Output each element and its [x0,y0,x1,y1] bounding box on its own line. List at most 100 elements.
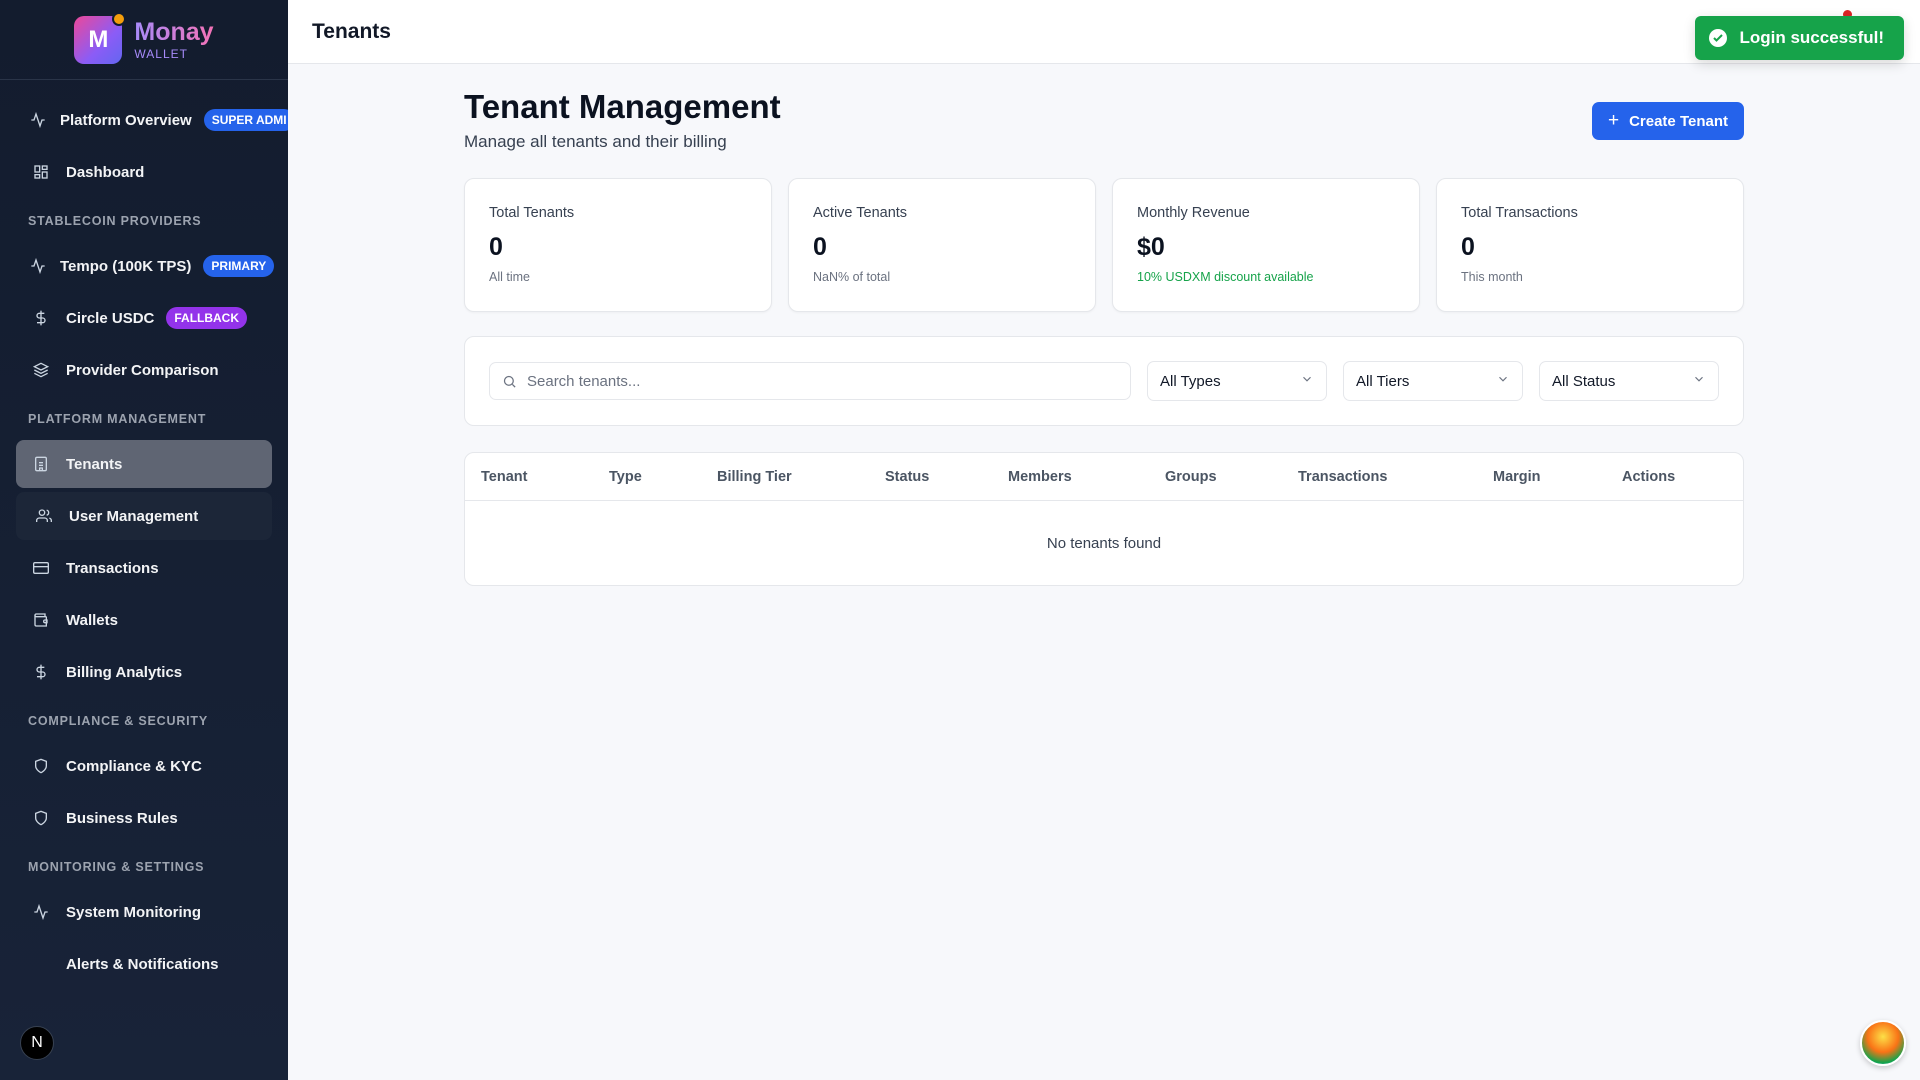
stat-label: Active Tenants [813,205,908,221]
brand-logo: M [74,11,127,64]
plus-icon: + [1607,110,1620,131]
nextjs-logo-letter: N [31,1034,43,1051]
page-title: Tenant Management [464,88,781,125]
users-icon [33,505,55,527]
column-header[interactable]: Margin [1477,469,1606,485]
brand-subtitle: WALLET [134,46,188,61]
column-header[interactable]: Transactions [1282,469,1477,485]
sidebar-item-label: Wallets [66,611,118,629]
stat-note: All time [489,270,530,284]
chevron-down-icon [1496,372,1510,390]
main-content: Tenant Management Manage all tenants and… [464,64,1744,586]
sidebar-item-label: Compliance & KYC [66,757,202,775]
sidebar-item-transactions[interactable]: Transactions [16,544,272,592]
building-icon [30,453,52,475]
topbar-title: Tenants [312,19,391,43]
filter-bar: Search tenants... All Types All Tiers Al… [464,336,1744,426]
status-select[interactable]: All Status [1539,361,1719,401]
brand[interactable]: M Monay WALLET [0,0,288,80]
stats-row: Total Tenants 0 All time Active Tenants … [464,178,1744,312]
create-tenant-button[interactable]: + Create Tenant [1591,102,1744,140]
grid-icon [30,161,52,183]
stat-value: $0 [1137,233,1165,261]
search-input[interactable]: Search tenants... [489,362,1131,400]
brand-logo-letter: M [88,25,109,53]
sidebar-item-billing-analytics[interactable]: Billing Analytics [16,648,272,696]
stat-value: 0 [489,233,503,261]
stat-note: NaN% of total [813,270,891,284]
sidebar: M Monay WALLET Platform Overview SUPER A… [0,0,288,1080]
stat-card-total-tenants: Total Tenants 0 All time [464,178,772,312]
shield-icon [30,755,52,777]
nextjs-dev-button[interactable]: N [20,1026,54,1060]
sidebar-item-label: Circle USDC [66,309,155,327]
sidebar-item-business-rules[interactable]: Business Rules [16,794,272,842]
sidebar-item-user-management[interactable]: User Management [16,492,272,540]
sidebar-item-platform-overview[interactable]: Platform Overview SUPER ADMI [16,96,288,144]
sidebar-item-label: Transactions [66,559,159,577]
stat-card-total-transactions: Total Transactions 0 This month [1436,178,1744,312]
logo-status-dot [112,11,127,26]
column-header[interactable]: Tenant [465,469,593,485]
column-header[interactable]: Members [992,469,1149,485]
sidebar-item-label: Provider Comparison [66,361,219,379]
sidebar-item-tempo[interactable]: Tempo (100K TPS) PRIMARY [16,242,275,290]
column-header[interactable]: Actions [1606,469,1726,485]
shield-icon [30,807,52,829]
activity-icon [30,255,46,277]
tier-select[interactable]: All Tiers [1343,361,1523,401]
type-select-value: All Types [1160,372,1221,390]
stat-value: 0 [813,233,827,261]
sidebar-item-alerts-notifications[interactable]: Alerts & Notifications [16,940,272,988]
activity-icon [30,109,46,131]
fallback-badge: FALLBACK [166,307,248,329]
section-title-stablecoin: STABLECOIN PROVIDERS [28,214,202,228]
activity-icon [30,901,52,923]
bell-icon [30,953,52,975]
dollar-icon [30,661,52,683]
sidebar-item-compliance-kyc[interactable]: Compliance & KYC [16,742,272,790]
chevron-down-icon [1300,372,1314,390]
column-header[interactable]: Status [869,469,992,485]
column-header[interactable]: Billing Tier [701,469,869,485]
type-select[interactable]: All Types [1147,361,1327,401]
stat-note: This month [1461,270,1523,284]
sidebar-nav: Platform Overview SUPER ADMI Dashboard S… [0,80,288,988]
sidebar-item-dashboard[interactable]: Dashboard [16,148,272,196]
stat-label: Total Tenants [489,205,575,221]
sidebar-item-label: Platform Overview [60,111,192,129]
stat-note: 10% USDXM discount available [1137,270,1314,284]
sidebar-item-label: Business Rules [66,809,178,827]
column-header[interactable]: Type [593,469,701,485]
sidebar-item-label: Billing Analytics [66,663,183,681]
chevron-down-icon [1692,372,1706,390]
search-placeholder: Search tenants... [527,372,641,390]
sidebar-item-label: Tenants [66,455,123,473]
primary-badge: PRIMARY [203,255,275,277]
sidebar-item-tenants[interactable]: Tenants [16,440,272,488]
sidebar-item-wallets[interactable]: Wallets [16,596,272,644]
dollar-icon [30,307,52,329]
sidebar-item-circle-usdc[interactable]: Circle USDC FALLBACK [16,294,272,342]
wallet-icon [30,609,52,631]
sidebar-item-label: User Management [69,507,199,525]
card-icon [30,557,52,579]
sidebar-item-provider-comparison[interactable]: Provider Comparison [16,346,272,394]
sidebar-item-label: Tempo (100K TPS) [60,257,192,275]
check-icon [1709,29,1728,47]
table-header: Tenant Type Billing Tier Status Members … [465,453,1743,501]
sidebar-item-label: Alerts & Notifications [66,955,219,973]
sidebar-item-label: Dashboard [66,163,145,181]
login-toast[interactable]: Login successful! [1695,16,1904,60]
stat-value: 0 [1461,233,1475,261]
topbar: Tenants [288,0,1920,64]
section-title-monitoring: MONITORING & SETTINGS [28,860,205,874]
layers-icon [30,359,52,381]
sidebar-item-label: System Monitoring [66,903,202,921]
sidebar-item-system-monitoring[interactable]: System Monitoring [16,888,272,936]
status-select-value: All Status [1552,372,1616,390]
assistant-avatar[interactable] [1860,1020,1906,1066]
tier-select-value: All Tiers [1356,372,1410,390]
section-title-platform-management: PLATFORM MANAGEMENT [28,412,207,426]
column-header[interactable]: Groups [1149,469,1282,485]
